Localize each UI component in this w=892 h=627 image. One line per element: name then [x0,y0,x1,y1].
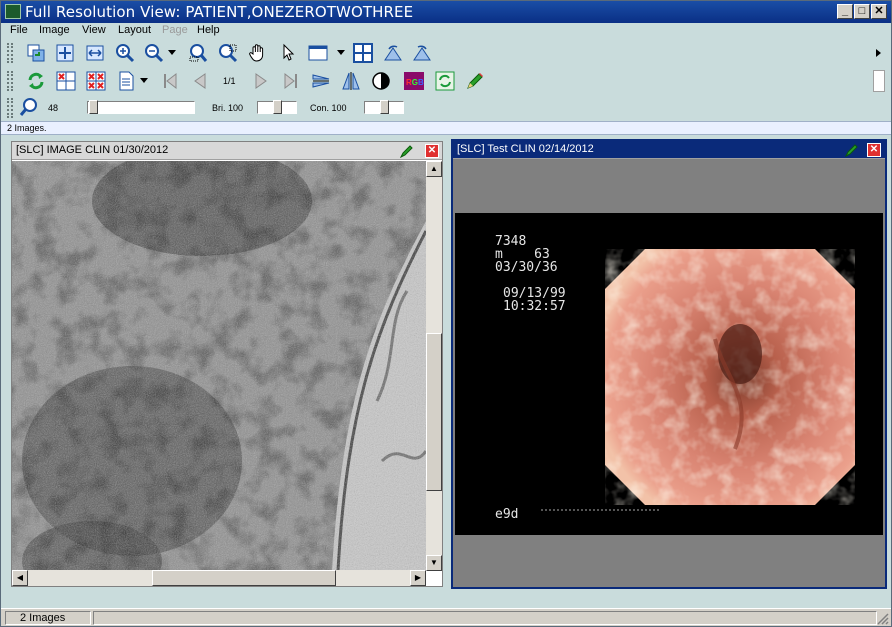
flip-vertical-icon[interactable] [310,70,332,92]
window-title: Full Resolution View: PATIENT,ONEZEROTWO… [25,3,414,21]
menu-page: Page [162,24,188,36]
vertical-scroll-thumb[interactable] [426,333,442,491]
zoom-value: 48 [48,103,59,113]
image-count-info: 2 Images. [7,123,47,133]
zoom-slider[interactable] [87,101,195,114]
menu-layout[interactable]: Layout [118,24,151,36]
minimize-button[interactable]: _ [837,4,853,19]
scroll-right-button[interactable]: ▶ [410,570,426,586]
rotate-right-icon[interactable] [411,42,433,64]
horizontal-scrollbar[interactable]: ◀ ▶ [12,570,426,586]
copy-image-icon[interactable] [25,42,47,64]
status-image-count: 2 Images [5,611,91,625]
page-indicator: 1/1 [223,76,236,86]
redacted-box [541,509,659,523]
endoscopic-view [605,249,855,505]
menu-bar: File Image View Layout Page Help [1,23,891,39]
annotate-pencil-icon[interactable] [464,70,486,92]
close-button[interactable]: ✕ [871,4,887,19]
image-pane-right[interactable]: [SLC] Test CLIN 02/14/2012 ✕ 7348 m 63 0… [451,139,887,589]
zoom-magnifier-icon [18,96,40,118]
pointer-icon[interactable] [277,42,299,64]
status-panel [93,611,877,625]
dropdown-arrow-icon[interactable] [139,70,149,92]
toolbar-adjust: 48 Bri. 100 Con. 100 [1,95,891,121]
reset-icon[interactable] [434,70,456,92]
annotate-pencil-icon[interactable] [844,143,859,158]
image-pane-left[interactable]: [SLC] IMAGE CLIN 01/30/2012 ✕ ▲ ▼ ◀ ▶ [11,141,443,587]
rotate-left-icon[interactable] [382,42,404,64]
scroll-up-button[interactable]: ▲ [426,161,442,177]
toolbar-scroll[interactable] [873,70,885,92]
toolbar-image: 1/1 RGB [1,67,891,95]
pane-header[interactable]: [SLC] Test CLIN 02/14/2012 ✕ [453,141,885,159]
contrast-slider-thumb[interactable] [380,100,389,114]
endoscopy-image[interactable]: 7348 m 63 03/30/36 09/13/99 10:32:57 e9d [455,213,883,535]
resize-grip-icon[interactable] [877,613,889,625]
vertical-scrollbar[interactable]: ▲ ▼ [426,161,442,571]
app-icon [5,4,21,19]
brightness-label: Bri. 100 [212,103,244,113]
dropdown-arrow-icon[interactable] [167,42,177,64]
zoom-rect-icon[interactable] [187,42,209,64]
status-bar: 2 Images [1,608,891,626]
brightness-slider-thumb[interactable] [273,100,282,114]
invert-icon[interactable] [370,70,392,92]
pane-title: [SLC] IMAGE CLIN 01/30/2012 [16,144,169,156]
layout-icon[interactable] [307,42,329,64]
maximize-button[interactable]: □ [854,4,870,19]
main-window: Full Resolution View: PATIENT,ONEZEROTWO… [0,0,892,627]
toolbar-view [1,39,891,67]
scroll-down-button[interactable]: ▼ [426,555,442,571]
overlay-time: 10:32:57 [503,299,566,314]
previous-page-icon[interactable] [189,70,211,92]
rgb-icon[interactable]: RGB [403,70,425,92]
contrast-label: Con. 100 [310,103,347,113]
pane-header[interactable]: [SLC] IMAGE CLIN 01/30/2012 ✕ [12,142,442,160]
svg-text:RGB: RGB [406,78,424,87]
first-page-icon[interactable] [159,70,181,92]
document-icon[interactable] [115,70,137,92]
pane-close-button[interactable]: ✕ [867,143,881,157]
title-bar[interactable]: Full Resolution View: PATIENT,ONEZEROTWO… [1,1,891,23]
overlay-dob: 03/30/36 [495,260,558,275]
pane-title: [SLC] Test CLIN 02/14/2012 [457,143,594,155]
toolbar-grip[interactable] [7,71,13,91]
horizontal-scroll-thumb[interactable] [152,570,336,586]
toolbar-grip[interactable] [7,98,13,118]
menu-file[interactable]: File [10,24,28,36]
last-page-icon[interactable] [280,70,302,92]
fit-width-icon[interactable] [84,42,106,64]
zoom-region-icon[interactable] [217,42,239,64]
toolbar-overflow-icon[interactable] [873,42,885,64]
zoom-in-icon[interactable] [114,42,136,64]
toolbar-grip[interactable] [7,43,13,63]
menu-help[interactable]: Help [197,24,220,36]
fit-to-window-icon[interactable] [54,42,76,64]
refresh-icon[interactable] [25,70,47,92]
next-page-icon[interactable] [250,70,272,92]
dropdown-arrow-icon[interactable] [336,42,346,64]
overlay-footer: e9d [495,507,519,522]
info-bar: 2 Images. [1,121,891,135]
microscopy-image[interactable] [12,161,426,571]
grid-icon[interactable] [352,42,374,64]
annotate-pencil-icon[interactable] [399,144,414,159]
image-overlay-text: 7348 m 63 03/30/36 09/13/99 10:32:57 [495,235,566,313]
pane-close-button[interactable]: ✕ [425,144,439,158]
menu-view[interactable]: View [82,24,106,36]
scroll-left-button[interactable]: ◀ [12,570,28,586]
flip-horizontal-icon[interactable] [340,70,362,92]
zoom-out-icon[interactable] [143,42,165,64]
rgb-label-b: B [418,78,424,87]
pan-hand-icon[interactable] [247,42,269,64]
close-image-icon[interactable] [55,70,77,92]
zoom-slider-thumb[interactable] [89,100,98,114]
close-all-images-icon[interactable] [85,70,107,92]
menu-image[interactable]: Image [39,24,70,36]
